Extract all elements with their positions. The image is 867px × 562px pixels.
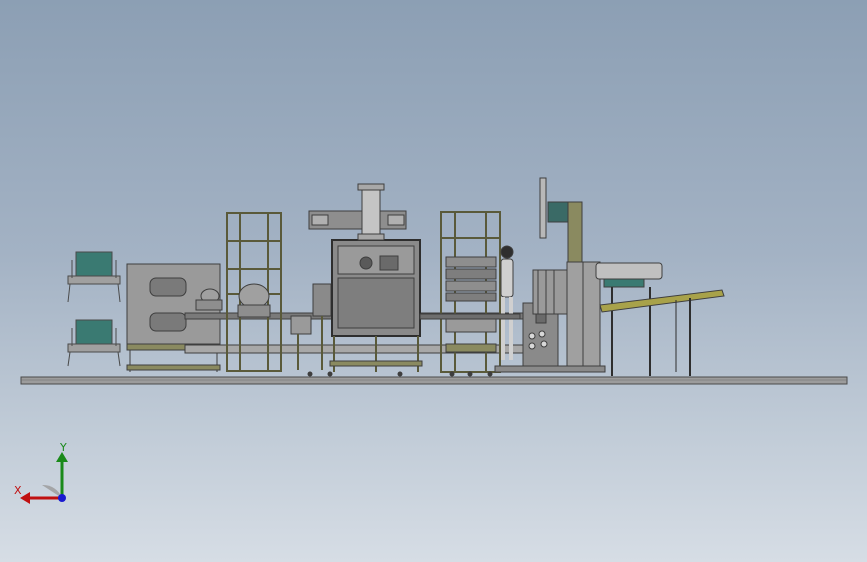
assembly-model[interactable] — [0, 0, 867, 562]
stacked-trays — [445, 256, 497, 353]
coordinate-axes-icon — [20, 452, 68, 504]
operator-figure — [500, 245, 514, 360]
machine-body-right — [566, 261, 663, 376]
press-cylinder — [357, 183, 385, 241]
tray-rack-upper — [67, 251, 121, 303]
base-plate — [20, 376, 848, 385]
small-fixtures — [290, 283, 332, 370]
inclined-conveyor — [599, 289, 725, 376]
coordinate-triad: Y X — [12, 440, 82, 510]
y-axis-label: Y — [60, 441, 67, 454]
tray-rack-lower — [67, 319, 121, 367]
x-axis-label: X — [14, 484, 22, 497]
cad-viewport[interactable]: Y X — [0, 0, 867, 562]
